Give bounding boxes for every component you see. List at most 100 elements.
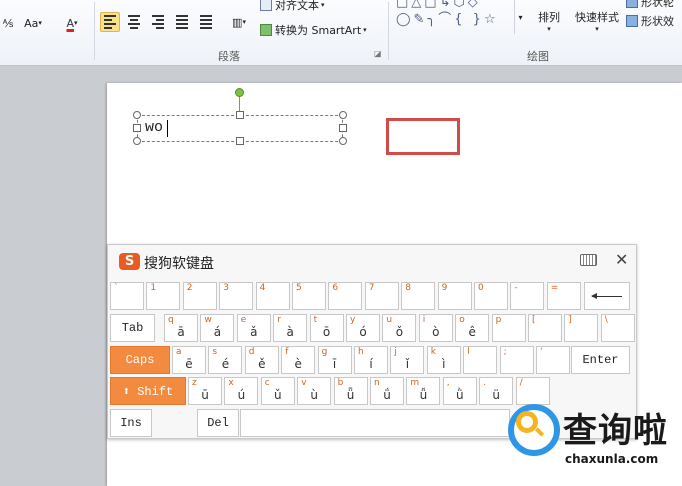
key-1-12[interactable]: \ — [600, 314, 635, 342]
shapes-gallery[interactable]: □△□↳⬡◇ ◯✎╮⌒{ }☆ — [396, 0, 514, 28]
key-bottom-char: ǚ — [419, 388, 428, 402]
key-2-7[interactable]: kì — [426, 346, 461, 374]
key-3-2[interactable]: cǔ — [260, 377, 295, 405]
align-right-button[interactable] — [148, 12, 168, 32]
resize-handle-r[interactable] — [339, 124, 347, 132]
resize-handle-br[interactable] — [339, 137, 347, 145]
key-3-8[interactable]: .ü — [479, 377, 514, 405]
key-top-char: f — [285, 347, 289, 357]
clear-format-button[interactable]: ⅍ — [0, 14, 16, 32]
align-center-button[interactable] — [124, 12, 144, 32]
key-top-char: z — [192, 378, 197, 388]
key-3-9[interactable]: / — [515, 377, 550, 405]
arrange-button[interactable]: 排列 ▾ — [532, 4, 566, 38]
shape-effects-button[interactable]: 形状效 — [626, 13, 682, 29]
key-space[interactable] — [240, 409, 510, 437]
key-1-3[interactable]: rà — [273, 314, 308, 342]
key-1-8[interactable]: oê — [455, 314, 490, 342]
key-0-5[interactable]: 5 — [292, 282, 326, 310]
key-1-5[interactable]: yó — [346, 314, 380, 342]
key-enter[interactable]: Enter — [571, 346, 630, 374]
resize-handle-bl[interactable] — [133, 137, 141, 145]
align-text-button[interactable]: 对齐文本 ▾ — [260, 0, 340, 13]
key-bottom-char: ù — [310, 388, 318, 402]
key-top-char: 5 — [296, 283, 302, 293]
key-1-4[interactable]: tō — [309, 314, 344, 342]
justify-button[interactable] — [172, 12, 192, 32]
resize-handle-t[interactable] — [236, 111, 244, 119]
close-icon[interactable]: ✕ — [615, 250, 628, 269]
key-0-10[interactable]: 0 — [474, 282, 508, 310]
change-case-button[interactable]: Aa ▾ — [19, 14, 47, 32]
key-2-1[interactable]: sé — [208, 346, 243, 374]
key-0-7[interactable]: 7 — [364, 282, 399, 310]
key-0-0[interactable]: ` — [110, 282, 144, 310]
key-1-11[interactable]: ] — [564, 314, 599, 342]
shape-outline-button[interactable]: 形状轮 — [626, 0, 682, 9]
key-top-char: [ — [532, 315, 536, 325]
key-3-7[interactable]: ,ǜ — [442, 377, 477, 405]
key-top-char: g — [321, 347, 328, 357]
resize-handle-l[interactable] — [133, 124, 141, 132]
key-caps[interactable]: Caps — [110, 346, 170, 374]
key-2-4[interactable]: gī — [317, 346, 352, 374]
key-0-1[interactable]: 1 — [146, 282, 181, 310]
key-1-2[interactable]: eǎ — [236, 314, 271, 342]
key-0-12[interactable]: = — [546, 282, 581, 310]
resize-handle-tl[interactable] — [133, 111, 141, 119]
red-rectangle-shape[interactable] — [386, 118, 460, 155]
key-2-5[interactable]: hí — [354, 346, 388, 374]
rotate-handle[interactable] — [235, 88, 244, 97]
key-2-2[interactable]: dě — [244, 346, 279, 374]
align-text-icon — [260, 0, 272, 11]
key-3-6[interactable]: mǚ — [406, 377, 441, 405]
key-1-0[interactable]: qā — [164, 314, 198, 342]
quick-styles-button[interactable]: 快速样式 ▾ — [570, 4, 624, 38]
key-shift[interactable]: ⬆ Shift — [110, 377, 186, 405]
key-3-0[interactable]: zū — [188, 377, 222, 405]
convert-smartart-label: 转换为 SmartArt — [275, 24, 362, 37]
key-del[interactable]: Del — [197, 409, 239, 437]
columns-button[interactable]: ▥ ▾ — [226, 12, 252, 32]
key-0-4[interactable]: 4 — [255, 282, 290, 310]
key-0-2[interactable]: 2 — [182, 282, 217, 310]
key-2-8[interactable]: l — [463, 346, 498, 374]
key-1-1[interactable]: wá — [200, 314, 235, 342]
key-2-6[interactable]: jǐ — [390, 346, 425, 374]
key-top-char: ; — [503, 347, 507, 357]
key-top-char: 8 — [405, 283, 411, 293]
key-1-10[interactable]: [ — [528, 314, 562, 342]
key-1-6[interactable]: uǒ — [382, 314, 417, 342]
key-3-4[interactable]: bǖ — [333, 377, 368, 405]
key-3-5[interactable]: nǘ — [370, 377, 404, 405]
key-0-8[interactable]: 8 — [401, 282, 436, 310]
key-tab[interactable]: Tab — [110, 314, 155, 342]
resize-handle-tr[interactable] — [339, 111, 347, 119]
shapes-scroll[interactable]: ▾ — [514, 0, 526, 34]
key-2-10[interactable]: ' — [536, 346, 570, 374]
shape-outline-label: 形状轮 — [641, 0, 674, 9]
key-1-7[interactable]: iò — [418, 314, 453, 342]
convert-smartart-button[interactable]: 转换为 SmartArt ▾ — [260, 21, 384, 39]
change-case-label: Aa — [24, 16, 39, 30]
key-2-3[interactable]: fè — [281, 346, 316, 374]
key-ins[interactable]: Ins — [110, 409, 152, 437]
key-2-0[interactable]: aē — [172, 346, 206, 374]
key-3-1[interactable]: xú — [224, 377, 259, 405]
text-box-content[interactable]: wo — [145, 119, 163, 136]
key-1-9[interactable]: p — [491, 314, 526, 342]
shape-effects-icon — [626, 15, 638, 27]
font-color-button[interactable]: A ▾ — [57, 12, 87, 34]
key-3-3[interactable]: vù — [297, 377, 332, 405]
key-backspace[interactable] — [584, 282, 630, 310]
key-2-9[interactable]: ; — [499, 346, 534, 374]
keyboard-icon[interactable] — [580, 254, 597, 266]
key-0-9[interactable]: 9 — [437, 282, 472, 310]
resize-handle-b[interactable] — [236, 137, 244, 145]
key-0-11[interactable]: - — [510, 282, 545, 310]
align-left-button[interactable] — [100, 12, 120, 32]
key-0-3[interactable]: 3 — [219, 282, 254, 310]
distribute-button[interactable] — [196, 12, 216, 32]
paragraph-launcher-icon[interactable]: ◪ — [374, 49, 382, 58]
key-0-6[interactable]: 6 — [328, 282, 363, 310]
